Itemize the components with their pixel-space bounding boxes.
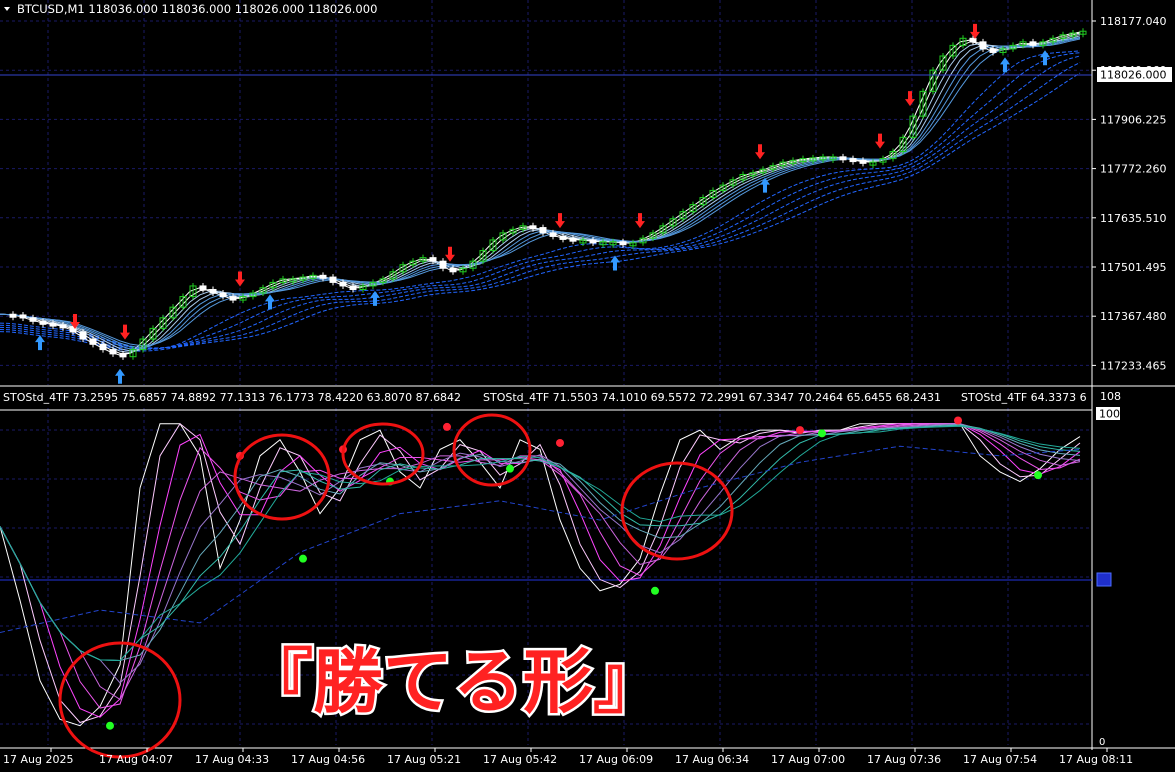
indicator-values-2: STOStd_4TF 71.5503 74.1010 69.5572 72.29… bbox=[483, 391, 941, 404]
time-tick-label: 17 Aug 07:36 bbox=[867, 753, 941, 766]
candle bbox=[229, 296, 237, 301]
signal-dot-green bbox=[506, 464, 514, 473]
candle bbox=[979, 41, 987, 50]
candle bbox=[539, 227, 547, 234]
price-tick-label: 118177.040 bbox=[1100, 15, 1166, 28]
signal-dot-red bbox=[443, 422, 451, 431]
candle bbox=[859, 159, 867, 164]
candle bbox=[849, 158, 857, 163]
signal-dot-green bbox=[299, 554, 307, 563]
candle bbox=[339, 281, 347, 287]
time-tick-label: 17 Aug 04:07 bbox=[99, 753, 173, 766]
chart-canvas[interactable]: BTCUSD,M1 118036.000 118036.000 118026.0… bbox=[0, 0, 1175, 768]
candle bbox=[219, 292, 227, 298]
candle bbox=[1029, 41, 1037, 46]
time-tick-label: 17 Aug 2025 bbox=[3, 753, 73, 766]
time-tick-label: 17 Aug 05:42 bbox=[483, 753, 557, 766]
main-header-text: BTCUSD,M1 118036.000 118036.000 118026.0… bbox=[17, 2, 377, 16]
candle bbox=[9, 313, 17, 318]
candle bbox=[349, 285, 357, 290]
sub-scale-100: 100 bbox=[1099, 408, 1120, 421]
candle bbox=[619, 241, 627, 246]
candle bbox=[989, 48, 997, 53]
candle bbox=[89, 338, 97, 345]
indicator-values-1: STOStd_4TF 73.2595 75.6857 74.8892 77.13… bbox=[3, 391, 461, 404]
candle bbox=[99, 343, 107, 351]
signal-dot-red bbox=[954, 416, 962, 425]
signal-dot-green bbox=[1034, 471, 1042, 480]
candle bbox=[529, 225, 537, 230]
candle bbox=[19, 314, 27, 319]
signal-dot-green bbox=[106, 721, 114, 730]
candle bbox=[319, 274, 327, 279]
candle bbox=[39, 320, 47, 325]
time-tick-label: 17 Aug 08:11 bbox=[1059, 753, 1133, 766]
candle bbox=[209, 288, 217, 294]
candle bbox=[199, 285, 207, 290]
candle bbox=[589, 239, 597, 244]
time-tick-label: 17 Aug 06:34 bbox=[675, 753, 749, 766]
chart-window: BTCUSD,M1 118036.000 118036.000 118026.0… bbox=[0, 0, 1175, 768]
time-tick-label: 17 Aug 04:56 bbox=[291, 753, 365, 766]
current-price-label: 118026.000 bbox=[1100, 69, 1166, 82]
candle bbox=[119, 353, 127, 358]
candle bbox=[29, 317, 37, 322]
candle bbox=[49, 322, 57, 327]
candle bbox=[559, 235, 567, 240]
price-tick-label: 117906.225 bbox=[1100, 113, 1166, 126]
sub-scale-bottom: 0 bbox=[1099, 737, 1105, 748]
time-tick-label: 17 Aug 05:21 bbox=[387, 753, 461, 766]
time-tick-label: 17 Aug 06:09 bbox=[579, 753, 653, 766]
candle bbox=[59, 324, 67, 329]
signal-dot-red bbox=[796, 426, 804, 435]
candle bbox=[449, 267, 457, 273]
signal-dot-red bbox=[556, 438, 564, 447]
caption-text: 『勝てる形』 bbox=[243, 641, 663, 723]
candle bbox=[329, 276, 337, 283]
price-tick-label: 117233.465 bbox=[1100, 359, 1166, 372]
price-tick-label: 117635.510 bbox=[1100, 212, 1166, 225]
price-tick-label: 117772.260 bbox=[1100, 163, 1166, 176]
candle bbox=[969, 37, 977, 43]
candle bbox=[839, 156, 847, 161]
price-tick-label: 117501.495 bbox=[1100, 261, 1166, 274]
level-marker-box[interactable] bbox=[1096, 572, 1112, 587]
time-tick-label: 17 Aug 07:54 bbox=[963, 753, 1037, 766]
indicator-values-3: STOStd_4TF 64.3373 6 bbox=[961, 391, 1087, 404]
candle bbox=[429, 257, 437, 262]
candle bbox=[79, 331, 87, 340]
signal-dot-green bbox=[818, 429, 826, 438]
price-tick-label: 117367.480 bbox=[1100, 310, 1166, 323]
time-tick-label: 17 Aug 04:33 bbox=[195, 753, 269, 766]
candle bbox=[569, 237, 577, 242]
sub-scale-top: 108 bbox=[1100, 390, 1121, 403]
time-tick-label: 17 Aug 07:00 bbox=[771, 753, 845, 766]
candle bbox=[549, 232, 557, 237]
signal-dot-green bbox=[651, 586, 659, 595]
candle bbox=[439, 260, 447, 269]
candle bbox=[109, 349, 117, 355]
